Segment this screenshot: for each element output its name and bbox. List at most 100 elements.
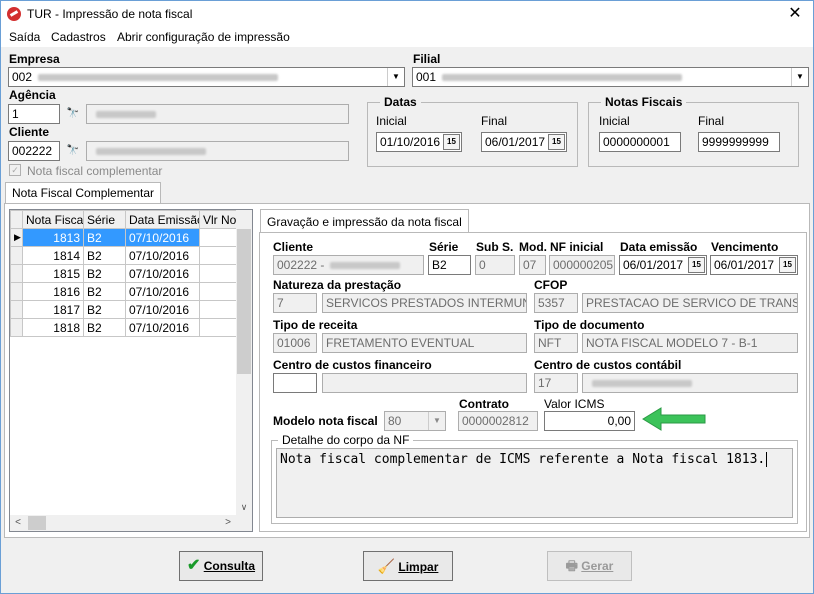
- chevron-down-icon[interactable]: ▼: [791, 68, 808, 86]
- cell-serie[interactable]: B2: [83, 282, 126, 301]
- cell-serie[interactable]: B2: [83, 318, 126, 337]
- datas-legend: Datas: [380, 95, 421, 109]
- vertical-scrollbar[interactable]: ∨: [236, 210, 252, 515]
- tipo-receita-desc-field: FRETAMENTO EVENTUAL: [322, 333, 527, 353]
- table-row[interactable]: 1814 B2 07/10/2016: [10, 246, 238, 265]
- scroll-left-icon[interactable]: <: [10, 515, 26, 531]
- cell-valor[interactable]: [199, 246, 238, 265]
- menu-abrir-configuracao[interactable]: Abrir configuração de impressão: [117, 30, 290, 44]
- cell-serie[interactable]: B2: [83, 300, 126, 319]
- valor-icms-input[interactable]: 0,00: [544, 411, 635, 431]
- cell-nota[interactable]: 1815: [22, 264, 84, 283]
- centro-custos-contabil-redacted: [592, 380, 692, 388]
- cell-data[interactable]: 07/10/2016: [125, 318, 200, 337]
- gerar-button[interactable]: 🖶 Gerar: [547, 551, 632, 581]
- column-header-nota[interactable]: Nota Fiscal: [22, 210, 84, 229]
- data-emissao-label: Data emissão: [620, 240, 698, 254]
- consulta-button[interactable]: ✔ Consulta: [179, 551, 263, 581]
- tipo-receita-code-field: 01006: [273, 333, 317, 353]
- nota-final-input[interactable]: 9999999999: [698, 132, 780, 152]
- table-row[interactable]: 1815 B2 07/10/2016: [10, 264, 238, 283]
- calendar-icon[interactable]: 15: [779, 257, 796, 273]
- cliente-input[interactable]: 002222: [8, 141, 60, 161]
- cell-serie[interactable]: B2: [83, 264, 126, 283]
- cell-data[interactable]: 07/10/2016: [125, 300, 200, 319]
- cell-nota[interactable]: 1813: [22, 228, 84, 247]
- mod-label: Mod.: [519, 240, 547, 254]
- chevron-down-icon[interactable]: ▼: [428, 412, 445, 430]
- centro-custos-contabil-label: Centro de custos contábil: [534, 358, 682, 372]
- close-button[interactable]: ✕: [781, 3, 809, 25]
- detalhe-textarea[interactable]: Nota fiscal complementar de ICMS referen…: [276, 448, 793, 518]
- cell-serie[interactable]: B2: [83, 228, 126, 247]
- cell-nota[interactable]: 1814: [22, 246, 84, 265]
- data-final-input[interactable]: 06/01/2017 15: [481, 132, 567, 152]
- scroll-down-icon[interactable]: ∨: [236, 499, 252, 515]
- table-row[interactable]: ▶ 1813 B2 07/10/2016: [10, 228, 238, 247]
- cell-valor[interactable]: [199, 318, 238, 337]
- data-emissao-input[interactable]: 06/01/2017 15: [619, 255, 707, 275]
- agencia-label: Agência: [9, 88, 56, 102]
- cell-valor[interactable]: [199, 300, 238, 319]
- cliente-name-field: [86, 141, 349, 161]
- menu-bar: Saída Cadastros Abrir configuração de im…: [1, 28, 813, 47]
- column-header-valor[interactable]: Vlr Not: [199, 210, 238, 229]
- tab-gravacao-impressao[interactable]: Gravação e impressão da nota fiscal: [260, 209, 469, 233]
- table-row[interactable]: 1817 B2 07/10/2016: [10, 300, 238, 319]
- search-binoculars-icon[interactable]: 🔭: [62, 103, 84, 125]
- printer-icon: 🖶: [565, 558, 578, 573]
- row-indicator: [10, 318, 23, 337]
- cell-valor[interactable]: [199, 282, 238, 301]
- scroll-right-icon[interactable]: >: [220, 515, 236, 531]
- cell-valor[interactable]: [199, 228, 238, 247]
- scroll-thumb[interactable]: [237, 229, 251, 374]
- cell-data[interactable]: 07/10/2016: [125, 228, 200, 247]
- hscroll-thumb[interactable]: [28, 516, 46, 530]
- table-row[interactable]: 1818 B2 07/10/2016: [10, 318, 238, 337]
- horizontal-scrollbar[interactable]: < >: [10, 515, 252, 531]
- serie-input[interactable]: B2: [428, 255, 471, 275]
- menu-cadastros[interactable]: Cadastros: [51, 30, 106, 44]
- cell-data[interactable]: 07/10/2016: [125, 246, 200, 265]
- column-header-data[interactable]: Data Emissão: [125, 210, 200, 229]
- nota-inicial-input[interactable]: 0000000001: [599, 132, 681, 152]
- search-binoculars-icon[interactable]: 🔭: [62, 140, 84, 162]
- chevron-down-icon[interactable]: ▼: [387, 68, 404, 86]
- row-indicator: [10, 300, 23, 319]
- natureza-desc-field: SERVICOS PRESTADOS INTERMUNICIF: [322, 293, 527, 313]
- cell-nota[interactable]: 1818: [22, 318, 84, 337]
- modelo-nf-select[interactable]: 80 ▼: [384, 411, 446, 431]
- cell-nota[interactable]: 1817: [22, 300, 84, 319]
- centro-custos-financeiro-code[interactable]: [273, 373, 317, 393]
- column-header-serie[interactable]: Série: [83, 210, 126, 229]
- empresa-select[interactable]: 002 ▼: [8, 67, 405, 87]
- cell-valor[interactable]: [199, 264, 238, 283]
- data-emissao-value: 06/01/2017: [623, 258, 684, 272]
- detalhe-legend: Detalhe do corpo da NF: [278, 433, 414, 447]
- data-inicial-input[interactable]: 01/10/2016 15: [376, 132, 462, 152]
- vencimento-input[interactable]: 06/01/2017 15: [710, 255, 798, 275]
- tab-nota-fiscal-complementar[interactable]: Nota Fiscal Complementar: [5, 182, 162, 204]
- cell-data[interactable]: 07/10/2016: [125, 282, 200, 301]
- cell-serie[interactable]: B2: [83, 246, 126, 265]
- filial-select[interactable]: 001 ▼: [412, 67, 809, 87]
- form-cliente-value: 002222 -: [277, 258, 325, 272]
- menu-saida[interactable]: Saída: [9, 30, 40, 44]
- agencia-input[interactable]: 1: [8, 104, 60, 124]
- calendar-icon[interactable]: 15: [443, 134, 460, 150]
- cfop-desc-field: PRESTACAO DE SERVICO DE TRANSPOF: [582, 293, 798, 313]
- calendar-icon[interactable]: 15: [688, 257, 705, 273]
- nf-complementar-checkbox[interactable]: ✓: [9, 164, 21, 176]
- cell-data[interactable]: 07/10/2016: [125, 264, 200, 283]
- gerar-label: Gerar: [581, 559, 614, 573]
- table-row[interactable]: 1816 B2 07/10/2016: [10, 282, 238, 301]
- cell-nota[interactable]: 1816: [22, 282, 84, 301]
- title-bar: TUR - Impressão de nota fiscal ✕: [1, 1, 813, 28]
- contrato-field: 0000002812: [458, 411, 538, 431]
- tipo-receita-label: Tipo de receita: [273, 318, 358, 332]
- calendar-icon[interactable]: 15: [548, 134, 565, 150]
- tipo-documento-desc-field: NOTA FISCAL MODELO 7 - B-1: [582, 333, 798, 353]
- row-indicator: [10, 246, 23, 265]
- broom-icon: 🧹: [377, 558, 396, 574]
- limpar-button[interactable]: 🧹 Limpar: [363, 551, 453, 581]
